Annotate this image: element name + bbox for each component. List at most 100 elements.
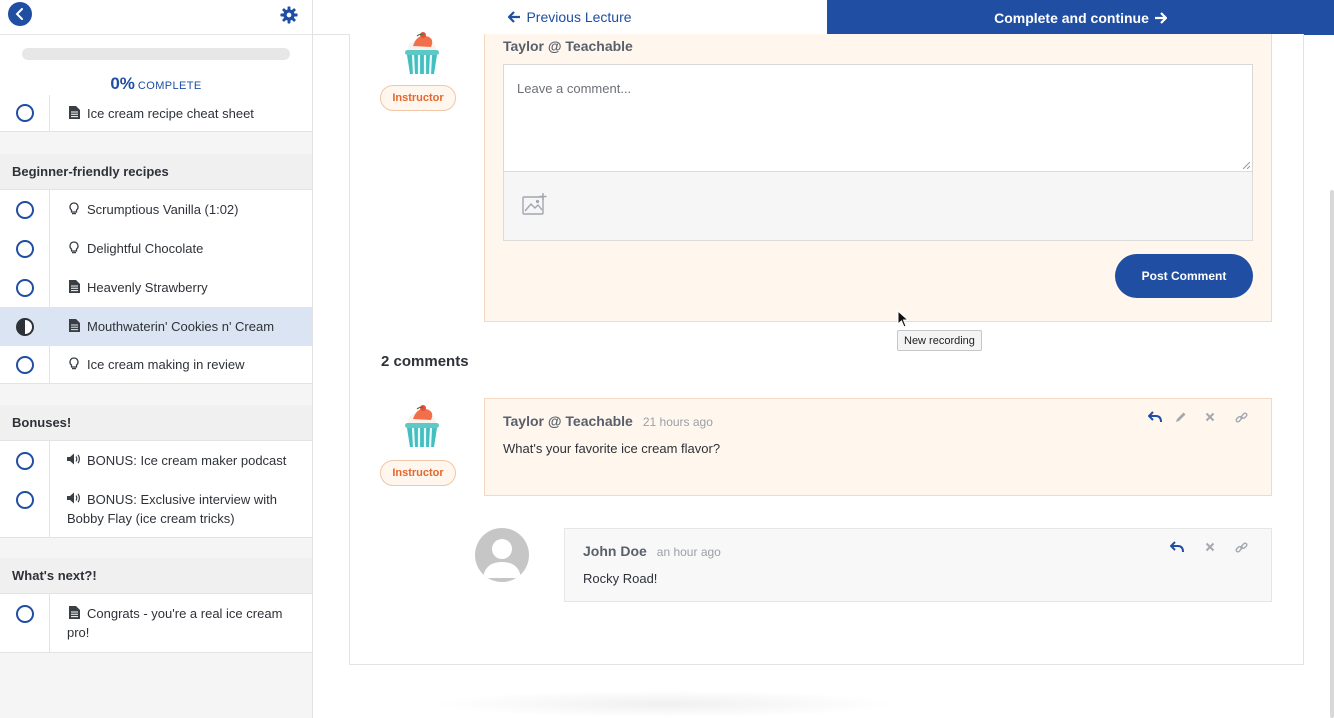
circle-icon — [15, 239, 34, 258]
lecture-title-line1: BONUS: Exclusive interview with — [87, 491, 277, 507]
chevron-left-icon — [15, 8, 23, 20]
cupcake-avatar-icon — [405, 32, 439, 75]
lecture-item[interactable]: Delightful Chocolate — [0, 229, 312, 269]
lecture-title-line1: Congrats - you're a real ice cream — [87, 606, 283, 621]
lecture-title: Scrumptious Vanilla (1:02) — [87, 202, 239, 217]
comment-item — [564, 528, 1272, 602]
reply-icon[interactable] — [1147, 409, 1163, 425]
lecture-title: Delightful Chocolate — [87, 241, 204, 256]
progress-bar — [22, 48, 290, 60]
comment-author: John Doe an hour ago — [583, 543, 721, 559]
lecture-item[interactable]: Ice cream making in review — [0, 346, 312, 384]
comment-form-author: Taylor @ Teachable — [503, 38, 633, 54]
comment-author-name: Taylor @ Teachable — [503, 413, 633, 429]
lecture-item[interactable]: BONUS: Exclusive interview with Bobby Fl… — [0, 480, 312, 538]
complete-and-continue-button[interactable]: Complete and continue — [827, 0, 1334, 35]
document-icon — [67, 604, 81, 619]
person-icon — [483, 539, 521, 578]
delete-icon[interactable] — [1202, 539, 1218, 555]
complete-and-continue-label: Complete and continue — [994, 9, 1149, 26]
cupcake-avatar-icon — [405, 405, 439, 448]
user-avatar — [475, 528, 529, 582]
header-divider — [0, 34, 312, 35]
half-circle-icon — [15, 317, 34, 336]
lecture-item-active[interactable]: Mouthwaterin' Cookies n' Cream — [0, 307, 312, 347]
post-comment-button[interactable]: Post Comment — [1115, 254, 1253, 298]
progress-indicator: 0% COMPLETE — [0, 74, 312, 94]
reply-icon[interactable] — [1169, 539, 1185, 555]
comment-timestamp: an hour ago — [656, 545, 721, 559]
lecture-item[interactable]: Ice cream recipe cheat sheet — [0, 95, 312, 132]
link-icon[interactable] — [1233, 539, 1249, 555]
circle-icon — [15, 491, 34, 509]
circle-icon — [15, 605, 34, 623]
comment-timestamp: 21 hours ago — [642, 415, 713, 429]
comment-author: Taylor @ Teachable 21 hours ago — [503, 413, 713, 429]
back-button[interactable] — [8, 2, 32, 26]
lecture-status[interactable] — [0, 594, 50, 652]
mouse-cursor-icon — [897, 310, 909, 328]
circle-icon — [15, 355, 34, 374]
lecture-title: Ice cream making in review — [87, 357, 245, 372]
previous-lecture-button[interactable]: Previous Lecture — [313, 0, 827, 35]
edit-icon[interactable] — [1173, 409, 1189, 425]
tooltip: New recording — [897, 330, 982, 351]
section-header: Bonuses! — [0, 405, 312, 441]
comment-placeholder: Leave a comment... — [517, 81, 632, 96]
lightbulb-icon — [67, 239, 81, 254]
lecture-status[interactable] — [0, 95, 50, 131]
lecture-status[interactable] — [0, 480, 50, 537]
document-icon — [67, 278, 81, 293]
gear-icon[interactable] — [280, 6, 298, 24]
lecture-status[interactable] — [0, 346, 50, 383]
progress-percent: 0% — [110, 74, 135, 93]
comment-author-name: John Doe — [583, 543, 647, 559]
delete-icon[interactable] — [1202, 409, 1218, 425]
lecture-item[interactable]: Congrats - you're a real ice cream pro! — [0, 594, 312, 653]
section-header: What's next?! — [0, 558, 312, 594]
lightbulb-icon — [67, 200, 81, 215]
instructor-badge: Instructor — [380, 460, 456, 486]
lecture-title: Ice cream recipe cheat sheet — [87, 105, 254, 121]
document-icon — [67, 317, 81, 332]
circle-icon — [15, 104, 34, 122]
lecture-status[interactable] — [0, 441, 50, 480]
lecture-title: Mouthwaterin' Cookies n' Cream — [87, 319, 275, 334]
lecture-title-line2: pro! — [67, 625, 90, 640]
section-header: Beginner-friendly recipes — [0, 154, 312, 190]
circle-icon — [15, 278, 34, 297]
lecture-title: BONUS: Ice cream maker podcast — [87, 453, 287, 468]
lecture-item[interactable]: Scrumptious Vanilla (1:02) — [0, 190, 312, 230]
arrow-right-icon — [1154, 11, 1167, 24]
lecture-status[interactable] — [0, 190, 50, 229]
footer-shadow — [430, 690, 900, 718]
audio-icon — [67, 451, 81, 465]
sidebar-header: 0% COMPLETE — [0, 0, 312, 104]
attachment-bar — [503, 171, 1253, 241]
scrollbar[interactable] — [1330, 190, 1334, 718]
document-icon — [67, 104, 81, 119]
lecture-status[interactable] — [0, 229, 50, 268]
link-icon[interactable] — [1233, 409, 1249, 425]
comment-textarea[interactable]: Leave a comment... — [503, 64, 1253, 172]
circle-icon — [15, 200, 34, 219]
add-image-icon[interactable] — [522, 192, 548, 216]
previous-lecture-label: Previous Lecture — [526, 9, 632, 25]
lecture-title: Heavenly Strawberry — [87, 280, 208, 295]
comment-count: 2 comments — [381, 353, 469, 370]
lecture-item[interactable]: BONUS: Ice cream maker podcast — [0, 441, 312, 481]
instructor-badge: Instructor — [380, 85, 456, 111]
lecture-status[interactable] — [0, 307, 50, 346]
circle-icon — [15, 451, 34, 470]
progress-label: COMPLETE — [137, 80, 202, 92]
arrow-left-icon — [508, 11, 521, 23]
course-sidebar: 0% COMPLETE Ice cream recipe cheat sheet … — [0, 0, 313, 718]
lecture-item[interactable]: Heavenly Strawberry — [0, 268, 312, 308]
lecture-status[interactable] — [0, 268, 50, 307]
comment-text: Rocky Road! — [583, 571, 658, 586]
lightbulb-icon — [67, 355, 81, 370]
comment-text: What's your favorite ice cream flavor? — [503, 441, 721, 456]
audio-icon — [67, 490, 81, 504]
resize-handle-icon[interactable] — [1242, 161, 1250, 169]
lecture-title-line2: Bobby Flay (ice cream tricks) — [67, 510, 235, 526]
